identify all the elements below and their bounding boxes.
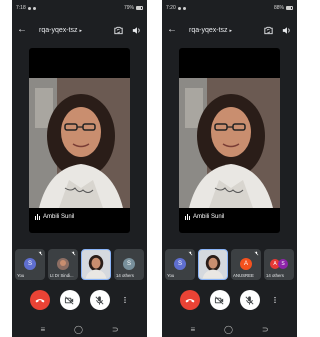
avatar: S [23, 258, 36, 270]
system-nav-bar: ≡ ◯ ⊃ [12, 322, 147, 337]
speaker-name-tag: Ambili Sunil [185, 214, 224, 220]
participant-tile-you[interactable]: S You [15, 248, 45, 280]
participant-tile[interactable]: Lt Dr Sindi... [47, 248, 78, 280]
phone-screen-right: 7:20 88% ← rqa-yqex-tsz ▸ Ambili Sunil S … [162, 0, 297, 337]
home-nav-icon[interactable]: ◯ [74, 325, 83, 334]
participant-tile-you[interactable]: S You [165, 248, 195, 280]
more-vert-icon [271, 295, 279, 305]
avatar-group: A S [270, 259, 288, 269]
participant-tile-others[interactable]: S 14 others [114, 248, 144, 280]
status-bar: 7:20 88% [162, 0, 297, 16]
meeting-code[interactable]: rqa-yqex-tsz ▸ [189, 27, 262, 34]
speaker-name-tag: Ambili Sunil [35, 214, 74, 220]
more-vert-icon [121, 295, 129, 305]
speaker-video [29, 78, 130, 208]
avatar: S [123, 258, 135, 270]
participant-label: ANUSREE [233, 272, 254, 278]
recents-nav-icon[interactable]: ≡ [190, 325, 195, 334]
avatar: S [278, 259, 288, 269]
mic-off-icon [244, 295, 255, 306]
participant-video [199, 250, 227, 279]
back-arrow-icon[interactable]: ← [17, 25, 31, 35]
back-arrow-icon[interactable]: ← [167, 25, 181, 35]
back-nav-icon[interactable]: ⊃ [262, 325, 269, 334]
mic-muted-icon [188, 251, 193, 256]
more-options-button[interactable] [120, 290, 130, 310]
mic-off-icon [94, 295, 105, 306]
participant-tile-pinned[interactable] [197, 248, 229, 280]
notification-icon [27, 6, 31, 10]
battery-icon [286, 6, 293, 10]
mic-muted-icon [71, 251, 76, 256]
mic-muted-icon [254, 251, 259, 256]
participant-strip: S You A ANUSREE A S 14 others [165, 248, 294, 280]
mic-toggle-button[interactable] [89, 290, 110, 310]
meeting-code[interactable]: rqa-yqex-tsz ▸ [39, 27, 112, 34]
phone-screen-left: 7:18 79% ← rqa-yqex-tsz ▸ Ambili Sunil S … [12, 0, 147, 337]
main-video-tile[interactable]: Ambili Sunil [179, 48, 280, 233]
recents-nav-icon[interactable]: ≡ [40, 325, 45, 334]
battery-icon [136, 6, 143, 10]
participant-label: You [167, 272, 175, 278]
speaker-video [179, 78, 280, 208]
status-time: 7:18 [16, 5, 26, 11]
speaker-name: Ambili Sunil [193, 214, 225, 220]
participant-strip: S You Lt Dr Sindi... S 14 others [15, 248, 144, 280]
notification-icon [177, 6, 181, 10]
speaker-icon[interactable] [280, 24, 292, 36]
app-bar: ← rqa-yqex-tsz ▸ [162, 20, 297, 40]
camera-toggle-button[interactable] [209, 290, 230, 310]
status-time: 7:20 [166, 5, 176, 11]
camera-off-icon [214, 295, 225, 306]
app-bar: ← rqa-yqex-tsz ▸ [12, 20, 147, 40]
notification-icon [32, 6, 36, 10]
participant-video [82, 250, 110, 279]
back-nav-icon[interactable]: ⊃ [112, 325, 119, 334]
participant-label: 14 others [266, 272, 284, 278]
avatar: S [173, 258, 186, 270]
camera-toggle-button[interactable] [59, 290, 80, 310]
avatar: A [240, 258, 253, 270]
end-call-button[interactable] [29, 290, 50, 310]
system-nav-bar: ≡ ◯ ⊃ [162, 322, 297, 337]
audio-level-icon [185, 214, 190, 220]
avatar [57, 258, 69, 270]
end-call-button[interactable] [179, 290, 200, 310]
more-options-button[interactable] [270, 290, 280, 310]
notification-icon [182, 6, 186, 10]
camera-off-icon [64, 295, 75, 306]
status-bar: 7:18 79% [12, 0, 147, 16]
end-call-icon [184, 294, 196, 306]
speaker-name: Ambili Sunil [43, 214, 75, 220]
participant-tile[interactable]: A ANUSREE [231, 248, 262, 280]
battery-percent: 79% [123, 5, 134, 11]
caret-right-icon: ▸ [229, 27, 233, 34]
switch-camera-icon[interactable] [112, 24, 124, 36]
mic-toggle-button[interactable] [239, 290, 260, 310]
participant-tile-pinned[interactable] [80, 248, 112, 280]
main-video-tile[interactable]: Ambili Sunil [29, 48, 130, 233]
home-nav-icon[interactable]: ◯ [224, 325, 233, 334]
participant-tile-others[interactable]: A S 14 others [264, 248, 294, 280]
participant-label: Lt Dr Sindi... [49, 272, 74, 278]
speaker-icon[interactable] [130, 24, 142, 36]
caret-right-icon: ▸ [79, 27, 83, 34]
switch-camera-icon[interactable] [262, 24, 274, 36]
end-call-icon [34, 294, 46, 306]
audio-level-icon [35, 214, 40, 220]
call-controls [12, 288, 147, 312]
participant-label: You [17, 272, 25, 278]
participant-label: 14 others [116, 272, 134, 278]
call-controls [162, 288, 297, 312]
mic-muted-icon [38, 251, 43, 256]
battery-percent: 88% [273, 5, 284, 11]
